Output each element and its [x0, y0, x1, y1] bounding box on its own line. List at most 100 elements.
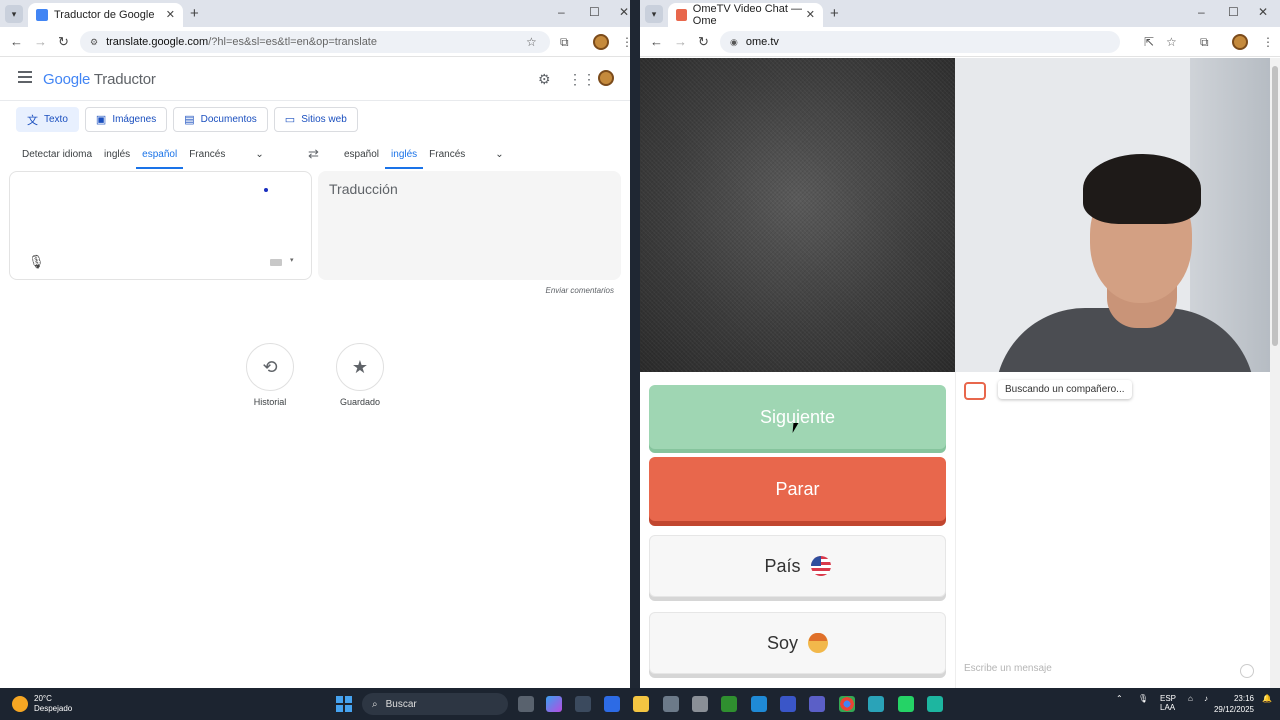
system-clock[interactable]: 23:16 29/12/2025	[1214, 693, 1254, 715]
weather-widget[interactable]: 20°C Despejado	[12, 694, 72, 714]
maximize-icon[interactable]: ☐	[1228, 5, 1239, 19]
target-lang-spanish[interactable]: español	[338, 145, 385, 169]
text-cursor	[264, 188, 268, 192]
profile-avatar[interactable]	[593, 34, 609, 50]
close-tab-icon[interactable]: ✕	[806, 8, 815, 21]
source-lang-detect[interactable]: Detectar idioma	[16, 145, 98, 169]
source-lang-more-icon[interactable]: ⌄	[249, 145, 269, 169]
maximize-icon[interactable]: ☐	[589, 5, 600, 19]
page-scrollbar[interactable]	[1270, 58, 1280, 688]
forward-icon[interactable]: →	[34, 34, 47, 49]
send-feedback-link[interactable]: Enviar comentarios	[546, 286, 614, 295]
copilot-icon[interactable]	[546, 696, 562, 712]
bookmark-star-icon[interactable]: ☆	[1166, 35, 1177, 49]
main-menu-icon[interactable]	[18, 71, 32, 83]
target-lang-french[interactable]: Francés	[423, 145, 471, 169]
microphone-tray-icon[interactable]: 🎙	[1138, 694, 1148, 703]
app-icon-2[interactable]	[692, 696, 708, 712]
cast-icon[interactable]: ⇱	[1144, 35, 1154, 49]
next-button[interactable]: Siguiente	[649, 385, 946, 449]
keyboard-icon[interactable]	[270, 259, 282, 266]
bookmark-star-icon[interactable]: ☆	[526, 35, 537, 49]
minimize-icon[interactable]: –	[558, 5, 565, 19]
apps-grid-icon[interactable]: ⋮⋮	[568, 71, 596, 88]
volume-icon[interactable]: ♪	[1204, 694, 1208, 703]
reload-icon[interactable]: ↻	[698, 34, 709, 50]
country-button[interactable]: País	[649, 535, 946, 597]
app-icon-3[interactable]	[780, 696, 796, 712]
task-view-icon[interactable]	[518, 696, 534, 712]
minecraft-icon[interactable]	[721, 696, 737, 712]
mode-websites-tab[interactable]: ▭ Sitios web	[273, 107, 358, 132]
source-lang-spanish[interactable]: español	[136, 145, 184, 169]
source-text-input[interactable]: 🎙 ▾	[9, 171, 312, 280]
site-info-icon[interactable]: ◉	[730, 37, 738, 48]
close-window-icon[interactable]: ✕	[1258, 5, 1268, 19]
browser-menu-icon[interactable]: ⋮	[621, 35, 630, 49]
keyboard-dropdown-icon[interactable]: ▾	[290, 256, 294, 264]
reload-icon[interactable]: ↻	[58, 34, 69, 50]
teams-icon[interactable]	[809, 696, 825, 712]
google-translate-logo[interactable]: Google Traductor	[43, 71, 156, 88]
chrome-icon[interactable]	[839, 696, 855, 712]
country-label: País	[764, 555, 801, 576]
show-hidden-icons[interactable]: ⌃	[1116, 694, 1123, 703]
mode-text-tab[interactable]: 文 Texto	[16, 107, 79, 132]
extensions-icon[interactable]: ⧉	[560, 35, 569, 50]
file-explorer-icon[interactable]	[633, 696, 649, 712]
translate-favicon-icon	[36, 9, 48, 21]
history-button[interactable]: ⟲	[246, 343, 294, 391]
site-info-icon[interactable]: ⚙	[90, 37, 98, 48]
stop-button[interactable]: Parar	[649, 457, 946, 521]
us-flag-icon	[810, 556, 831, 576]
taskbar-search[interactable]: ⌕ Buscar	[362, 693, 508, 715]
tab-search-icon[interactable]: ▾	[645, 5, 663, 23]
target-lang-more-icon[interactable]: ⌄	[489, 145, 509, 169]
microphone-icon[interactable]: 🎙	[28, 254, 45, 270]
url-field[interactable]: ⚙ translate.google.com/?hl=es&sl=es&tl=e…	[80, 31, 550, 53]
target-lang-english[interactable]: inglés	[385, 145, 424, 169]
google-translate-window: ▾ Traductor de Google ✕ + – ☐ ✕ ← → ↻ ⚙ …	[0, 0, 630, 688]
url-field[interactable]: ◉ ome.tv	[720, 31, 1120, 53]
close-window-icon[interactable]: ✕	[619, 5, 629, 19]
vscode-icon[interactable]	[751, 696, 767, 712]
minimize-icon[interactable]: –	[1198, 5, 1205, 19]
swap-languages-icon[interactable]: ⇄	[308, 146, 319, 162]
zoom-icon[interactable]	[604, 696, 620, 712]
forward-icon[interactable]: →	[674, 34, 687, 49]
saved-button[interactable]: ★	[336, 343, 384, 391]
settings-gear-icon[interactable]: ⚙	[538, 71, 551, 88]
notification-bell-icon[interactable]: 🔔	[1262, 694, 1272, 703]
clock-date: 29/12/2025	[1213, 705, 1254, 714]
back-icon[interactable]: ←	[650, 34, 663, 49]
scrollbar-thumb[interactable]	[1272, 66, 1278, 346]
emoji-picker-icon[interactable]	[1240, 664, 1254, 678]
start-button[interactable]	[336, 696, 352, 712]
input-language[interactable]: ESP LAA	[1160, 694, 1176, 712]
mode-images-tab[interactable]: ▣ Imágenes	[84, 107, 168, 132]
chat-message-input[interactable]: Escribe un mensaje	[964, 663, 1052, 674]
new-tab-icon[interactable]: +	[830, 5, 839, 22]
extensions-icon[interactable]: ⧉	[1200, 35, 1209, 50]
app-icon-1[interactable]	[663, 696, 679, 712]
profile-avatar[interactable]	[1232, 34, 1248, 50]
app-icon-4[interactable]	[927, 696, 943, 712]
back-icon[interactable]: ←	[10, 34, 23, 49]
tab-search-icon[interactable]: ▾	[5, 5, 23, 23]
google-account-avatar[interactable]	[598, 70, 614, 86]
network-icon[interactable]: ⌂	[1188, 694, 1193, 703]
tab-ometv[interactable]: OmeTV Video Chat — Ome ✕	[668, 3, 823, 27]
mode-documents-tab[interactable]: ▤ Documentos	[173, 107, 268, 132]
source-lang-english[interactable]: inglés	[98, 145, 136, 169]
gender-button[interactable]: Soy	[649, 612, 946, 674]
source-lang-french[interactable]: Francés	[183, 145, 231, 169]
store-icon[interactable]	[575, 696, 591, 712]
browser-menu-icon[interactable]: ⋮	[1262, 35, 1274, 49]
translate-header: Google Traductor ⚙ ⋮⋮	[0, 57, 630, 101]
whatsapp-icon[interactable]	[898, 696, 914, 712]
edge-icon[interactable]	[868, 696, 884, 712]
saved-label: Guardado	[339, 397, 381, 407]
close-tab-icon[interactable]: ✕	[166, 8, 175, 21]
tab-google-translate[interactable]: Traductor de Google ✕	[28, 3, 183, 27]
new-tab-icon[interactable]: +	[190, 5, 199, 22]
